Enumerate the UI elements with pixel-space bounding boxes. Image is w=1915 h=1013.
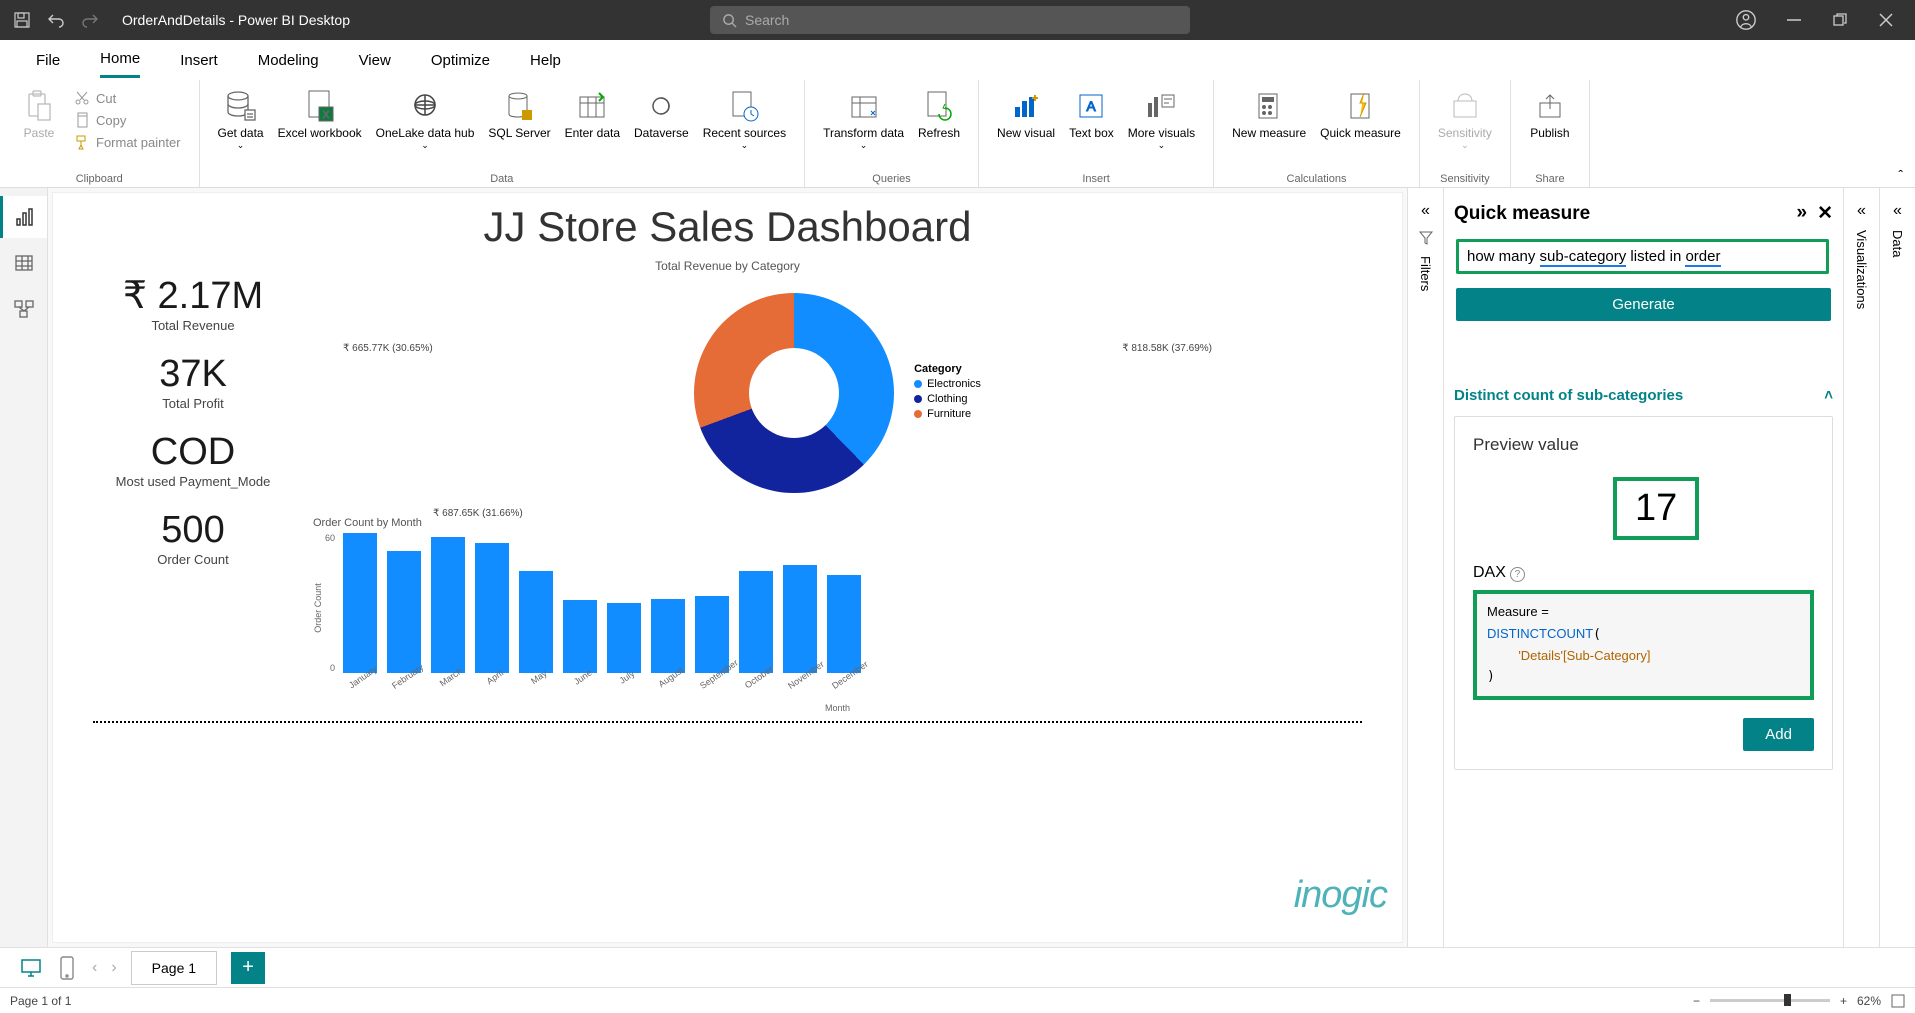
kpi-profit-value: 37K [93,353,293,396]
left-rail [0,188,48,947]
table-view-button[interactable] [0,242,47,284]
report-canvas[interactable]: JJ Store Sales Dashboard Total Revenue b… [48,188,1407,947]
svg-text:X: X [322,110,329,121]
excel-workbook-button[interactable]: XExcel workbook [272,84,368,144]
dax-code-box[interactable]: Measure = DISTINCTCOUNT( 'Details'[Sub-C… [1473,590,1814,700]
pie-title: Total Revenue by Category [93,259,1362,273]
onelake-hub-button[interactable]: OneLake data hub⌄ [370,84,481,155]
ribbon: Paste Cut Copy Format painter Clipboard … [0,80,1915,188]
zoom-slider[interactable] [1710,999,1830,1002]
dashboard-title: JJ Store Sales Dashboard [93,203,1362,251]
paste-button[interactable]: Paste [12,84,66,144]
menu-home[interactable]: Home [100,42,140,78]
help-icon[interactable]: ? [1510,567,1525,582]
menu-view[interactable]: View [359,44,391,77]
sql-server-button[interactable]: SQL Server [482,84,556,144]
model-view-button[interactable] [0,288,47,330]
search-icon [722,13,737,28]
maximize-button[interactable] [1831,11,1849,29]
sensitivity-button[interactable]: Sensitivity⌄ [1432,84,1498,155]
preview-value: 17 [1613,477,1699,540]
zoom-in-icon[interactable]: + [1840,994,1847,1008]
page-prev-icon[interactable]: ‹ [92,959,97,977]
collapse-ribbon-icon[interactable]: ˆ [1898,167,1903,183]
generate-button[interactable]: Generate [1456,288,1831,321]
page-tabs: ‹ › Page 1 + [0,947,1915,987]
chevron-up-icon: ˄ [1824,387,1833,404]
menu-file[interactable]: File [36,44,60,77]
add-page-button[interactable]: + [231,952,265,984]
filters-label: Filters [1418,256,1433,291]
menu-modeling[interactable]: Modeling [258,44,319,77]
quick-measure-title: Quick measure [1454,203,1590,225]
undo-icon[interactable] [48,12,64,28]
close-button[interactable] [1877,11,1895,29]
save-icon[interactable] [14,12,30,28]
app-title: OrderAndDetails - Power BI Desktop [122,12,350,28]
close-panel-icon[interactable]: ✕ [1817,202,1833,225]
menu-optimize[interactable]: Optimize [431,44,490,77]
add-button[interactable]: Add [1743,718,1814,751]
new-visual-button[interactable]: New visual [991,84,1061,144]
quick-section-header[interactable]: Distinct count of sub-categories ˄ [1454,383,1833,408]
pie-legend: Category Electronics Clothing Furniture [914,363,981,423]
kpi-revenue-value: ₹ 2.17M [93,273,293,318]
search-box[interactable]: Search [710,6,1190,34]
dataverse-button[interactable]: Dataverse [628,84,695,144]
quick-measure-button[interactable]: Quick measure [1314,84,1407,144]
cut-button[interactable]: Cut [68,88,187,108]
kpi-orders-value: 500 [93,509,293,552]
minimize-button[interactable] [1785,11,1803,29]
menu-bar: File Home Insert Modeling View Optimize … [0,40,1915,80]
title-bar: OrderAndDetails - Power BI Desktop Searc… [0,0,1915,40]
filter-icon [1418,230,1434,246]
account-icon[interactable] [1735,9,1757,31]
visualizations-rail[interactable]: «Visualizations [1843,188,1879,947]
expand-viz-icon[interactable]: « [1857,202,1866,220]
enter-data-button[interactable]: Enter data [559,84,626,144]
page-next-icon[interactable]: › [111,959,116,977]
expand-filters-icon[interactable]: « [1421,202,1430,220]
menu-help[interactable]: Help [530,44,561,77]
mobile-layout-icon[interactable] [56,955,78,981]
more-visuals-button[interactable]: More visuals⌄ [1122,84,1201,155]
get-data-button[interactable]: Get data⌄ [212,84,270,155]
filters-rail[interactable]: « Filters [1407,188,1443,947]
menu-insert[interactable]: Insert [180,44,218,77]
transform-data-button[interactable]: Transform data⌄ [817,84,910,155]
status-bar: Page 1 of 1 − + 62% [0,987,1915,1013]
refresh-button[interactable]: Refresh [912,84,966,144]
new-measure-button[interactable]: New measure [1226,84,1312,144]
data-rail[interactable]: «Data [1879,188,1915,947]
copy-button[interactable]: Copy [68,110,187,130]
expand-data-icon[interactable]: « [1893,202,1902,220]
quick-measure-input[interactable]: how many sub-category listed in order [1456,239,1829,274]
zoom-out-icon[interactable]: − [1693,994,1700,1008]
desktop-layout-icon[interactable] [20,955,42,981]
format-painter-button[interactable]: Format painter [68,132,187,152]
donut-chart[interactable]: ₹ 665.77K (30.65%) ₹ 818.58K (37.69%) ₹ … [313,273,1362,513]
watermark: inogic [1294,874,1387,917]
publish-button[interactable]: Publish [1523,84,1577,144]
text-box-button[interactable]: AText box [1063,84,1120,144]
fit-page-icon[interactable] [1891,994,1905,1008]
dax-label: DAX [1473,564,1506,581]
zoom-level: 62% [1857,994,1881,1008]
svg-text:A: A [1087,98,1097,114]
redo-icon[interactable] [82,12,98,28]
page-indicator: Page 1 of 1 [10,994,71,1008]
collapse-panel-icon[interactable]: » [1797,202,1808,225]
search-placeholder: Search [745,12,789,28]
kpi-payment-value: COD [93,431,293,474]
report-view-button[interactable] [0,196,47,238]
preview-label: Preview value [1473,435,1814,455]
page-tab-1[interactable]: Page 1 [131,951,217,985]
bar-chart[interactable]: 600 Order Count [313,533,1362,673]
quick-measure-panel: Quick measure » ✕ how many sub-category … [1443,188,1843,947]
recent-sources-button[interactable]: Recent sources⌄ [697,84,792,155]
